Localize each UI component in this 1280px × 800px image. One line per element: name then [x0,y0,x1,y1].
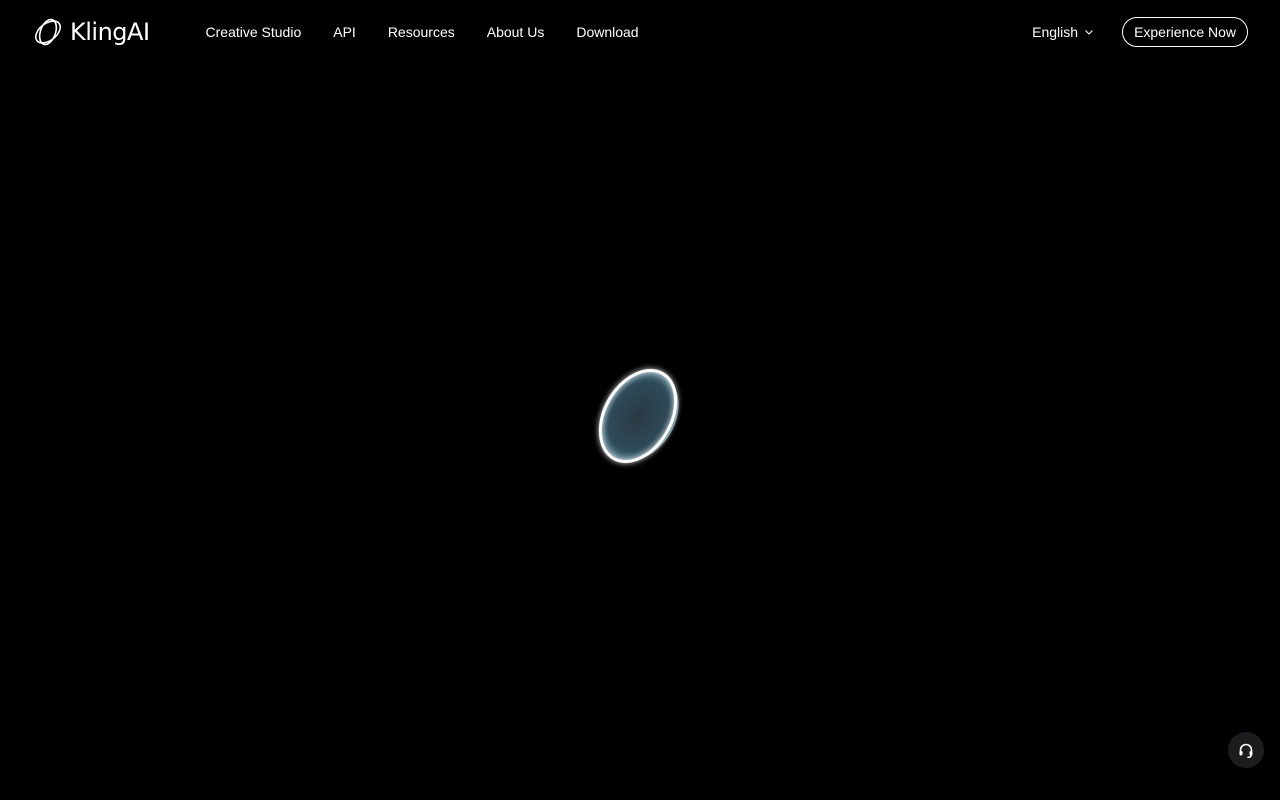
language-selector[interactable]: English [1032,24,1094,40]
nav-right-group: English Experience Now [1032,17,1248,47]
nav-download[interactable]: Download [560,0,654,64]
nav-about-us[interactable]: About Us [471,0,561,64]
customer-support-button[interactable] [1228,732,1264,768]
nav-creative-studio[interactable]: Creative Studio [190,0,318,64]
headset-icon [1239,743,1253,759]
logo-text: KlingAI [70,18,150,46]
page: KlingAI Creative Studio API Resources Ab… [0,0,1280,800]
loading-ring-icon [598,368,679,464]
nav-resources[interactable]: Resources [372,0,471,64]
language-label: English [1032,24,1079,40]
nav-api[interactable]: API [317,0,372,64]
kling-logo[interactable]: KlingAI [32,16,150,48]
top-navigation-bar: KlingAI Creative Studio API Resources Ab… [0,0,1280,64]
experience-now-button[interactable]: Experience Now [1122,17,1248,47]
kling-logo-icon [34,18,62,46]
chevron-down-icon [1085,30,1093,35]
main-nav: Creative Studio API Resources About Us D… [190,0,655,64]
